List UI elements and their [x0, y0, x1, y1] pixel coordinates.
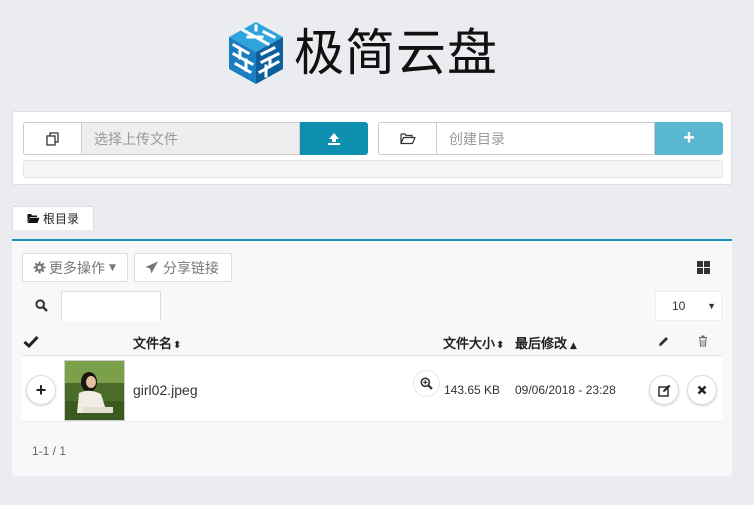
table-row[interactable]: + girl02.jpeg 143.65 KB 09/06/2018 - 23:…: [22, 356, 722, 422]
app-logo: 极简云盘: [226, 20, 498, 86]
create-dir-group: 创建目录 +: [378, 122, 723, 155]
upload-button[interactable]: [300, 122, 368, 155]
column-header-modified[interactable]: 最后修改 ▲: [515, 333, 577, 352]
sort-icon: ⬍: [496, 340, 505, 351]
photo-thumbnail-icon: [65, 361, 124, 420]
file-name[interactable]: girl02.jpeg: [133, 382, 198, 398]
sort-asc-icon: ▲: [570, 341, 577, 351]
pencil-icon: [659, 337, 668, 346]
gear-icon: [33, 261, 46, 274]
file-size: 143.65 KB: [444, 383, 501, 397]
zoom-preview-button[interactable]: [413, 370, 440, 397]
search-icon: [35, 299, 48, 312]
folder-addon: [378, 122, 437, 155]
create-dir-input[interactable]: 创建目录: [437, 122, 655, 155]
app-title: 极简云盘: [294, 24, 498, 82]
root-directory-button[interactable]: 根目录: [12, 206, 94, 230]
image-thumbnail[interactable]: [64, 360, 125, 421]
zoom-in-icon: [420, 377, 433, 390]
select-all-check-icon[interactable]: [23, 335, 39, 348]
page-size-select[interactable]: 10 ▼: [655, 291, 722, 321]
plus-icon: +: [35, 379, 47, 400]
trash-icon: [699, 335, 707, 347]
more-actions-label: 更多操作: [49, 260, 105, 277]
edit-icon: [657, 384, 670, 397]
file-list-panel: 更多操作 ▼ 分享链接 10 ▼ 文件名⬍ 文件大小⬍ 最后修改 ▲ + gir…: [12, 239, 732, 476]
folder-open-icon: [27, 214, 40, 223]
pagination-summary: 1-1 / 1: [32, 444, 67, 458]
grid-view-icon[interactable]: [697, 261, 710, 274]
edit-file-button[interactable]: [649, 375, 679, 405]
expand-row-button[interactable]: +: [26, 375, 56, 405]
delete-file-button[interactable]: [687, 375, 717, 405]
search-input[interactable]: [61, 291, 161, 321]
file-modified: 09/06/2018 - 23:28: [515, 383, 616, 397]
more-actions-button[interactable]: 更多操作 ▼: [22, 253, 128, 282]
upload-file-group: 选择上传文件: [23, 122, 368, 155]
upload-file-input[interactable]: 选择上传文件: [82, 122, 300, 155]
table-header: 文件名⬍ 文件大小⬍ 最后修改 ▲: [22, 329, 722, 356]
cube-logo-icon: [229, 22, 283, 84]
caret-down-icon: ▼: [109, 262, 116, 273]
send-icon: [145, 261, 158, 274]
root-directory-label: 根目录: [42, 212, 79, 226]
column-header-name[interactable]: 文件名⬍: [133, 333, 181, 352]
share-link-label: 分享链接: [163, 260, 219, 277]
upload-panel: 选择上传文件 创建目录 +: [12, 111, 732, 185]
upload-icon: [328, 132, 340, 145]
column-header-size[interactable]: 文件大小⬍: [443, 333, 504, 352]
caret-down-icon: ▼: [707, 301, 716, 311]
close-icon: [697, 385, 707, 395]
create-dir-button[interactable]: +: [655, 122, 723, 155]
file-picker-addon[interactable]: [23, 122, 82, 155]
upload-progress-bar: [23, 160, 723, 178]
copy-files-icon: [45, 131, 59, 146]
folder-open-icon: [399, 133, 416, 145]
sort-icon: ⬍: [173, 340, 182, 351]
page-size-value: 10: [672, 299, 686, 313]
share-link-button[interactable]: 分享链接: [134, 253, 232, 282]
